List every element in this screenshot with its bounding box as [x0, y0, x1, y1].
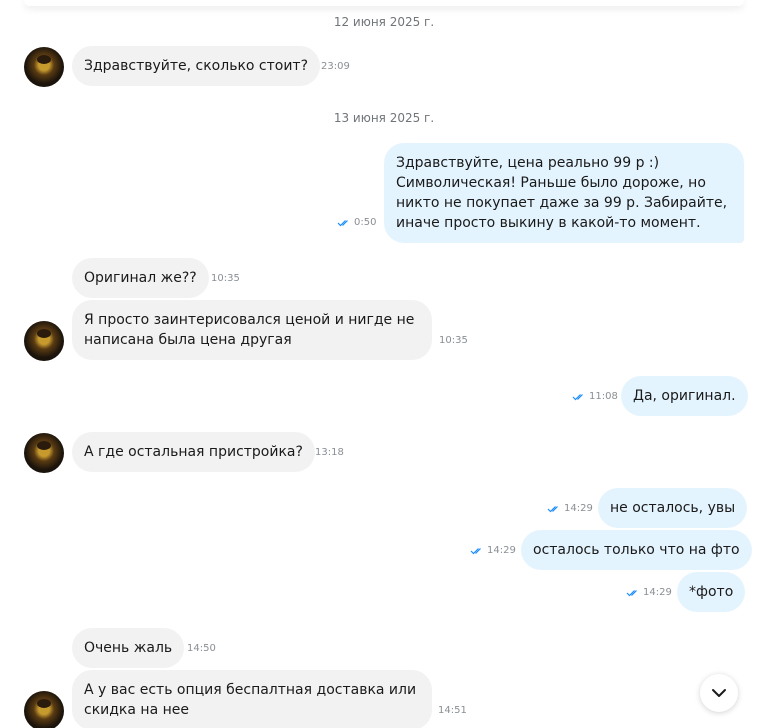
date-separator: 13 июня 2025 г. [333, 111, 435, 125]
chat-thread: 12 июня 2025 г. Здравствуйте, сколько ст… [0, 0, 768, 728]
avatar[interactable] [24, 321, 64, 361]
avatar[interactable] [24, 47, 64, 87]
message-bubble[interactable]: осталось только что на фто [521, 530, 752, 570]
message-time: 14:29 [547, 503, 593, 514]
message-bubble[interactable]: Я просто заинтерисовался ценой и нигде н… [72, 300, 432, 360]
message-time: 14:51 [438, 705, 467, 716]
avatar[interactable] [24, 433, 64, 473]
message-bubble[interactable]: А где остальная пристройка? [72, 432, 315, 472]
message-bubble[interactable]: А у вас есть опция беспалтная доставка и… [72, 670, 432, 728]
date-separator: 12 июня 2025 г. [333, 15, 435, 29]
message-time: 14:29 [470, 545, 516, 556]
message-time: 11:08 [572, 391, 618, 402]
message-time: 10:35 [211, 273, 240, 284]
message-bubble[interactable]: не осталось, увы [598, 488, 748, 528]
message-bubble[interactable]: Очень жаль [72, 628, 185, 668]
message-time: 10:35 [439, 335, 468, 346]
double-check-icon [626, 589, 637, 596]
double-check-icon [470, 547, 481, 554]
chevron-down-icon [712, 689, 726, 697]
header-shadow [24, 0, 744, 6]
message-time: 14:50 [187, 643, 216, 654]
message-bubble[interactable]: Оригинал же?? [72, 258, 209, 298]
message-time: 14:29 [626, 587, 672, 598]
message-time: 0:50 [337, 217, 376, 228]
message-time: 23:09 [321, 61, 350, 72]
message-bubble[interactable]: *фото [677, 572, 746, 612]
scroll-to-bottom-button[interactable] [700, 674, 738, 712]
message-time: 13:18 [315, 447, 344, 458]
double-check-icon [337, 219, 348, 226]
double-check-icon [572, 393, 583, 400]
message-bubble[interactable]: Здравствуйте, цена реально 99 р :) Симво… [384, 143, 744, 243]
message-bubble[interactable]: Здравствуйте, сколько стоит? [72, 46, 321, 86]
double-check-icon [547, 505, 558, 512]
avatar[interactable] [24, 691, 64, 728]
message-bubble[interactable]: Да, оригинал. [621, 376, 748, 416]
